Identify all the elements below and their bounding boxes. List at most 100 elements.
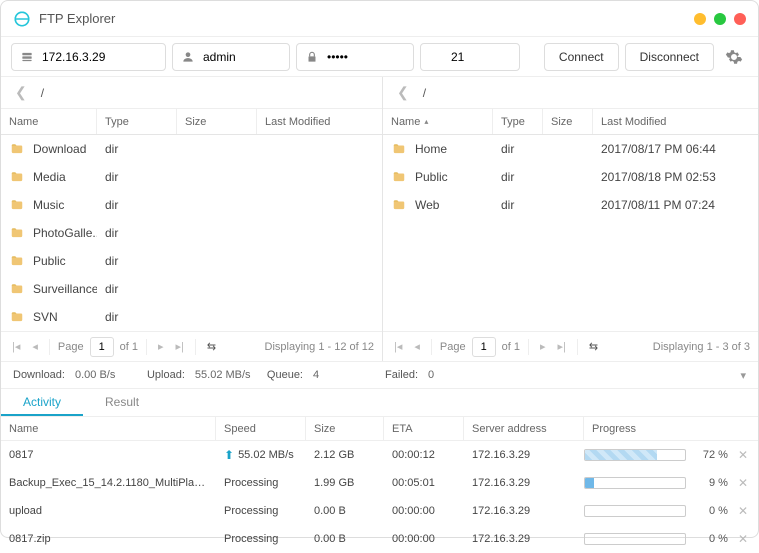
local-back-button[interactable]: ❮ bbox=[11, 82, 31, 103]
app-icon bbox=[13, 10, 31, 28]
pager-refresh[interactable]: ⇆ bbox=[204, 338, 219, 355]
file-type: dir bbox=[97, 142, 177, 156]
pager-next[interactable]: ▸ bbox=[155, 338, 167, 355]
xfer-speed: Processing bbox=[216, 533, 306, 545]
file-row[interactable]: Web dir 2017/08/11 PM 07:24 bbox=[383, 191, 758, 219]
pager-page-label: Page bbox=[440, 341, 466, 353]
file-row[interactable]: Home dir 2017/08/17 PM 06:44 bbox=[383, 135, 758, 163]
file-type: dir bbox=[97, 170, 177, 184]
col-modified[interactable]: Last Modified bbox=[593, 109, 758, 134]
transfer-summary: Download:0.00 B/s Upload:55.02 MB/s Queu… bbox=[1, 361, 758, 389]
xfer-size: 2.12 GB bbox=[306, 449, 384, 461]
queue-label: Queue: bbox=[267, 369, 303, 381]
xcol-size[interactable]: Size bbox=[306, 417, 384, 440]
pager-page-input[interactable] bbox=[90, 337, 114, 357]
file-row[interactable]: Media dir bbox=[1, 163, 382, 191]
port-input[interactable] bbox=[451, 50, 511, 64]
xcol-progress[interactable]: Progress bbox=[584, 417, 758, 440]
xcol-server[interactable]: Server address bbox=[464, 417, 584, 440]
folder-icon bbox=[9, 226, 25, 240]
upload-value: 55.02 MB/s bbox=[195, 369, 251, 381]
file-row[interactable]: SVN dir bbox=[1, 303, 382, 331]
cancel-transfer-button[interactable]: ✕ bbox=[736, 532, 750, 546]
xfer-size: 0.00 B bbox=[306, 505, 384, 517]
xcol-eta[interactable]: ETA bbox=[384, 417, 464, 440]
transfer-row[interactable]: 0817.zip Processing 0.00 B 00:00:00 172.… bbox=[1, 525, 758, 553]
file-row[interactable]: Public dir 2017/08/18 PM 02:53 bbox=[383, 163, 758, 191]
file-row[interactable]: Download dir bbox=[1, 135, 382, 163]
file-type: dir bbox=[493, 198, 543, 212]
col-type[interactable]: Type bbox=[97, 109, 177, 134]
pager-first[interactable]: |◂ bbox=[9, 338, 23, 355]
transfer-row[interactable]: 0817 ⬆55.02 MB/s 2.12 GB 00:00:12 172.16… bbox=[1, 441, 758, 469]
cancel-transfer-button[interactable]: ✕ bbox=[736, 448, 750, 462]
xfer-speed: ⬆55.02 MB/s bbox=[216, 448, 306, 462]
file-type: dir bbox=[97, 226, 177, 240]
pager-prev[interactable]: ◂ bbox=[29, 338, 41, 355]
file-type: dir bbox=[97, 282, 177, 296]
file-modified: 2017/08/18 PM 02:53 bbox=[593, 170, 758, 184]
window-minimize[interactable] bbox=[694, 13, 706, 25]
file-name: PhotoGalle... bbox=[33, 226, 97, 240]
pager-refresh[interactable]: ⇆ bbox=[586, 338, 601, 355]
file-row[interactable]: Public dir bbox=[1, 247, 382, 275]
col-size[interactable]: Size bbox=[177, 109, 257, 134]
col-modified[interactable]: Last Modified bbox=[257, 109, 382, 134]
remote-file-list[interactable]: Home dir 2017/08/17 PM 06:44 Public dir … bbox=[383, 135, 758, 331]
transfer-list: 0817 ⬆55.02 MB/s 2.12 GB 00:00:12 172.16… bbox=[1, 441, 758, 553]
xfer-server: 172.16.3.29 bbox=[464, 533, 584, 545]
file-name: Surveillance bbox=[33, 282, 97, 296]
pager-first[interactable]: |◂ bbox=[391, 338, 405, 355]
collapse-toggle[interactable]: ▾ bbox=[740, 369, 746, 382]
settings-button[interactable] bbox=[720, 43, 748, 71]
progress-percent: 0 % bbox=[694, 505, 728, 517]
window-maximize[interactable] bbox=[714, 13, 726, 25]
connect-button[interactable]: Connect bbox=[544, 43, 619, 71]
disconnect-button[interactable]: Disconnect bbox=[625, 43, 714, 71]
tab-result[interactable]: Result bbox=[83, 389, 161, 416]
transfer-row[interactable]: Backup_Exec_15_14.2.1180_MultiPlatf... P… bbox=[1, 469, 758, 497]
pager-info: Displaying 1 - 12 of 12 bbox=[265, 341, 374, 353]
file-row[interactable]: Music dir bbox=[1, 191, 382, 219]
remote-table-header: Name Type Size Last Modified bbox=[383, 109, 758, 135]
host-icon bbox=[20, 50, 34, 64]
col-name[interactable]: Name bbox=[383, 109, 493, 134]
cancel-transfer-button[interactable]: ✕ bbox=[736, 476, 750, 490]
progress-bar bbox=[584, 449, 686, 461]
col-name[interactable]: Name bbox=[1, 109, 97, 134]
host-field-wrap bbox=[11, 43, 166, 71]
failed-value: 0 bbox=[428, 369, 484, 381]
col-size[interactable]: Size bbox=[543, 109, 593, 134]
xcol-name[interactable]: Name bbox=[1, 417, 216, 440]
user-input[interactable] bbox=[203, 50, 281, 64]
window-close[interactable] bbox=[734, 13, 746, 25]
col-type[interactable]: Type bbox=[493, 109, 543, 134]
local-path: / bbox=[41, 86, 44, 100]
pager-next[interactable]: ▸ bbox=[537, 338, 549, 355]
transfer-header: Name Speed Size ETA Server address Progr… bbox=[1, 417, 758, 441]
host-input[interactable] bbox=[42, 50, 157, 64]
file-row[interactable]: PhotoGalle... dir bbox=[1, 219, 382, 247]
transfer-row[interactable]: upload Processing 0.00 B 00:00:00 172.16… bbox=[1, 497, 758, 525]
file-row[interactable]: Surveillance dir bbox=[1, 275, 382, 303]
xfer-server: 172.16.3.29 bbox=[464, 449, 584, 461]
cancel-transfer-button[interactable]: ✕ bbox=[736, 504, 750, 518]
file-name: Public bbox=[415, 170, 448, 184]
xfer-eta: 00:00:00 bbox=[384, 505, 464, 517]
port-icon bbox=[429, 50, 443, 64]
xcol-speed[interactable]: Speed bbox=[216, 417, 306, 440]
folder-icon bbox=[9, 254, 25, 268]
pager-last[interactable]: ▸| bbox=[555, 338, 569, 355]
password-input[interactable] bbox=[327, 50, 405, 64]
xfer-speed: Processing bbox=[216, 505, 306, 517]
pager-last[interactable]: ▸| bbox=[173, 338, 187, 355]
pager-prev[interactable]: ◂ bbox=[411, 338, 423, 355]
xfer-eta: 00:00:12 bbox=[384, 449, 464, 461]
remote-back-button[interactable]: ❮ bbox=[393, 82, 413, 103]
download-value: 0.00 B/s bbox=[75, 369, 131, 381]
xfer-eta: 00:00:00 bbox=[384, 533, 464, 545]
port-field-wrap bbox=[420, 43, 520, 71]
tab-activity[interactable]: Activity bbox=[1, 389, 83, 416]
pager-page-input[interactable] bbox=[472, 337, 496, 357]
local-file-list[interactable]: Download dir Media dir Music dir PhotoGa… bbox=[1, 135, 382, 331]
